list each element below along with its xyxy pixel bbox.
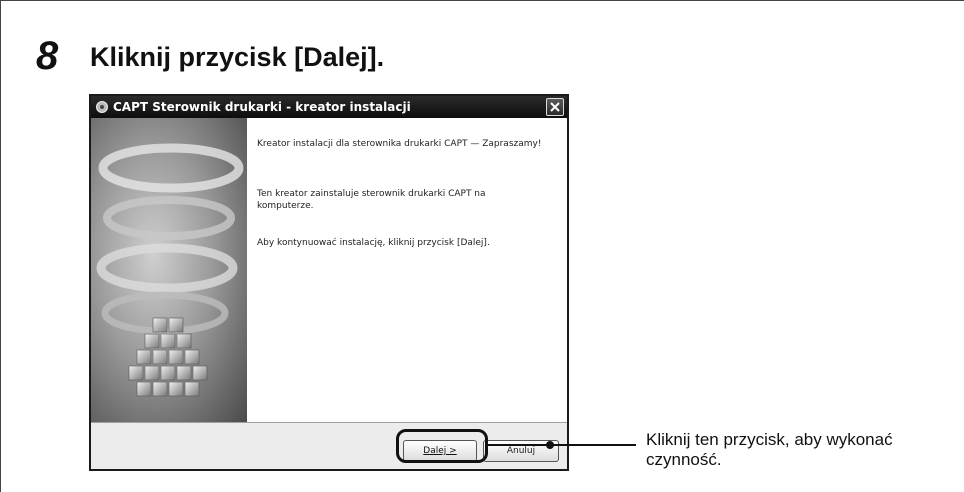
dialog-titlebar[interactable]: CAPT Sterownik drukarki - kreator instal… xyxy=(91,96,567,118)
instruction-text: Aby kontynuować instalację, kliknij przy… xyxy=(257,238,490,248)
welcome-text: Kreator instalacji dla sterownika drukar… xyxy=(257,139,542,149)
wizard-content: Kreator instalacji dla sterownika drukar… xyxy=(247,118,567,422)
next-button-highlight xyxy=(396,429,488,463)
dialog-title: CAPT Sterownik drukarki - kreator instal… xyxy=(113,100,411,114)
cancel-button-label: Anuluj xyxy=(506,446,536,456)
description-text: Ten kreator zainstaluje sterownik drukar… xyxy=(257,189,486,211)
installer-dialog: CAPT Sterownik drukarki - kreator instal… xyxy=(89,94,569,471)
callout-dot xyxy=(546,441,554,449)
step-number: 8 xyxy=(36,34,59,78)
installer-app-icon xyxy=(96,101,108,113)
wizard-banner-image xyxy=(91,118,247,422)
close-button[interactable] xyxy=(546,98,564,116)
callout-text: Kliknij ten przycisk, aby wykonać czynno… xyxy=(646,430,893,469)
close-icon xyxy=(550,102,560,112)
step-heading: Kliknij przycisk [Dalej]. xyxy=(90,42,385,72)
callout-line xyxy=(488,444,636,446)
